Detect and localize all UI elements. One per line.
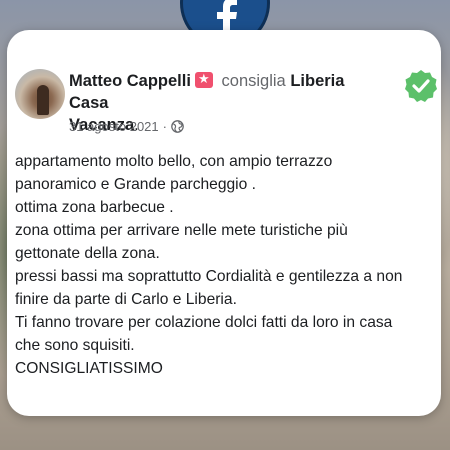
review-line: che sono squisiti. <box>15 337 135 354</box>
globe-icon[interactable] <box>171 120 184 133</box>
review-line: appartamento molto bello, con ampio terr… <box>15 153 333 170</box>
recommendation-star-icon: ★ <box>194 71 213 88</box>
avatar-figure <box>37 85 49 115</box>
review-line: gettonate della zona. <box>15 245 160 262</box>
author-name[interactable]: Matteo Cappelli <box>69 72 191 90</box>
review-line: Ti fanno trovare per colazione dolci fat… <box>15 314 393 331</box>
meta-separator: · <box>162 119 167 134</box>
avatar[interactable] <box>15 69 65 119</box>
review-line: CONSIGLIATISSIMO <box>15 360 163 377</box>
post-date[interactable]: 31 agosto 2021 <box>69 119 159 134</box>
recommends-label: consiglia <box>221 72 286 90</box>
review-line: panoramico e Grande parcheggio . <box>15 176 256 193</box>
verified-check-icon <box>405 70 437 102</box>
review-card: Matteo Cappelli ★ consiglia Liberia Casa … <box>7 30 441 416</box>
review-line: ottima zona barbecue . <box>15 199 174 216</box>
review-line: pressi bassi ma soprattutto Cordialità e… <box>15 268 403 285</box>
post-meta: 31 agosto 2021 · <box>69 119 184 134</box>
review-line: finire da parte di Carlo e Liberia. <box>15 291 237 308</box>
review-text: appartamento molto bello, con ampio terr… <box>15 150 435 380</box>
review-line: zona ottima per arrivare nelle mete turi… <box>15 222 348 239</box>
